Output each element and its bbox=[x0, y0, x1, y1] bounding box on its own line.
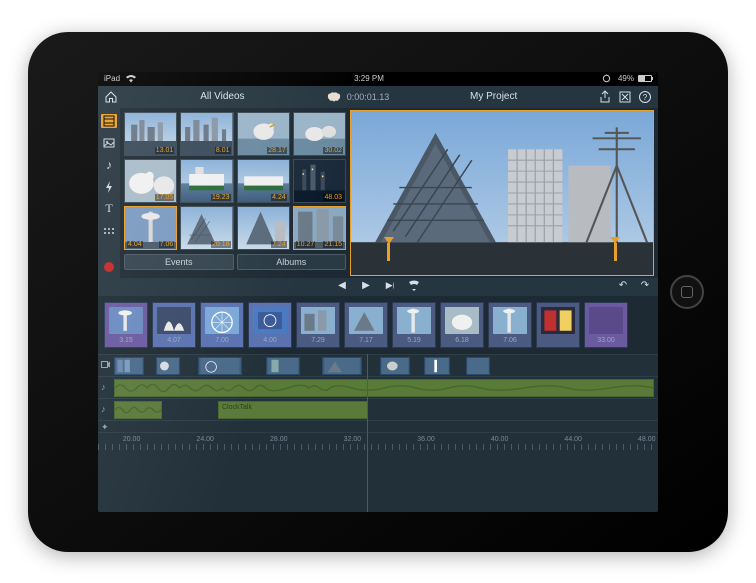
next-frame-button[interactable]: ▶| bbox=[383, 279, 397, 293]
tracks-area[interactable]: ♪ ♪ ClockTalk ✦ 20.00 24.00 28.00 32.00 36.0… bbox=[98, 354, 658, 512]
marker-track[interactable]: ✦ bbox=[98, 420, 658, 432]
library-title: All Videos bbox=[124, 91, 321, 102]
timeline-clip-strip[interactable]: 3.154.077.004.007.297.175.196.187.06 33.0… bbox=[98, 296, 658, 354]
library-clip[interactable]: 8.01 bbox=[180, 112, 233, 156]
ruler-mark: 20.00 bbox=[123, 436, 141, 443]
timeline-clip[interactable]: 7.00 bbox=[200, 302, 244, 348]
audio-clip-label: ClockTalk bbox=[222, 404, 252, 411]
library-tabs: EventsAlbums bbox=[124, 254, 346, 270]
library-clip[interactable]: 28.17 bbox=[237, 112, 290, 156]
preview-viewer[interactable] bbox=[350, 110, 654, 276]
timecode-label: 0:00:01.13 bbox=[347, 92, 390, 102]
audio-track-1[interactable]: ♪ bbox=[98, 376, 658, 398]
library-clip[interactable]: 21.1510.27 bbox=[293, 206, 346, 250]
timeline-clip[interactable]: 7.06 bbox=[488, 302, 532, 348]
video-track[interactable] bbox=[98, 354, 658, 376]
library-tab-events[interactable]: Events bbox=[124, 254, 234, 270]
timeline-clip[interactable]: 7.29 bbox=[296, 302, 340, 348]
insert-button[interactable] bbox=[407, 279, 421, 293]
video-track-icon bbox=[101, 360, 110, 369]
library-clip[interactable]: 20.18 bbox=[180, 206, 233, 250]
time-ruler[interactable]: 20.00 24.00 28.00 32.00 36.00 40.00 44.00 48.00 bbox=[98, 432, 658, 450]
timeline-clip[interactable]: 4.00 bbox=[248, 302, 292, 348]
library-clip[interactable]: 4.24 bbox=[237, 159, 290, 203]
undo-button[interactable]: ↶ bbox=[616, 279, 630, 293]
tool-fx[interactable] bbox=[102, 180, 116, 194]
library-clip[interactable]: 19.23 bbox=[180, 159, 233, 203]
tool-transitions[interactable] bbox=[102, 224, 116, 238]
timeline-clip[interactable]: 7.17 bbox=[344, 302, 388, 348]
preview-controls-bar: ◀ ▶ ▶| ↶ ↷ bbox=[98, 278, 658, 296]
ruler-mark: 44.00 bbox=[564, 436, 582, 443]
clock-label: 3:29 PM bbox=[354, 74, 384, 83]
help-icon[interactable]: ? bbox=[638, 90, 652, 104]
ruler-mark: 36.00 bbox=[417, 436, 435, 443]
timeline-clip[interactable]: 33.00 bbox=[584, 302, 628, 348]
library-tab-albums[interactable]: Albums bbox=[237, 254, 347, 270]
record-button[interactable] bbox=[104, 262, 114, 272]
playhead[interactable] bbox=[367, 354, 368, 512]
battery-pct-label: 49% bbox=[618, 74, 634, 83]
timeline-clip[interactable]: 4.07 bbox=[152, 302, 196, 348]
ios-status-bar: iPad 3:29 PM 49% bbox=[98, 72, 658, 86]
tool-audio[interactable]: ♪ bbox=[102, 158, 116, 172]
library-clip[interactable]: 7.24 bbox=[237, 206, 290, 250]
battery-icon bbox=[638, 75, 652, 82]
share-icon[interactable] bbox=[598, 90, 612, 104]
ruler-mark: 32.00 bbox=[344, 436, 362, 443]
tool-titles[interactable]: T bbox=[102, 202, 116, 216]
audio-track-2[interactable]: ♪ ClockTalk bbox=[98, 398, 658, 420]
audio-track-icon: ♪ bbox=[101, 382, 106, 392]
carrier-label: iPad bbox=[104, 74, 120, 83]
trim-handles[interactable] bbox=[387, 243, 617, 261]
main-area: ♪T 13.018.0128.1730.0217.0519.234.2448.0… bbox=[98, 108, 658, 278]
screen: iPad 3:29 PM 49% All Videos bbox=[98, 72, 658, 512]
tool-sidebar: ♪T bbox=[98, 108, 120, 278]
timeline-clip[interactable]: 6.18 bbox=[440, 302, 484, 348]
timeline-clip[interactable] bbox=[536, 302, 580, 348]
ruler-mark: 40.00 bbox=[491, 436, 509, 443]
project-title: My Project bbox=[395, 91, 592, 102]
wifi-icon bbox=[124, 72, 138, 86]
library-clip[interactable]: 48.03 bbox=[293, 159, 346, 203]
library-clip[interactable]: 7.064.04 bbox=[124, 206, 177, 250]
ipad-home-button[interactable] bbox=[670, 275, 704, 309]
timeline-clip[interactable]: 3.15 bbox=[104, 302, 148, 348]
tool-photos[interactable] bbox=[102, 136, 116, 150]
library-grid: 13.018.0128.1730.0217.0519.234.2448.037.… bbox=[124, 112, 346, 250]
library-clip[interactable]: 17.05 bbox=[124, 159, 177, 203]
tool-clips[interactable] bbox=[101, 114, 117, 128]
settings-icon[interactable] bbox=[618, 90, 632, 104]
library-panel: 13.018.0128.1730.0217.0519.234.2448.037.… bbox=[120, 108, 350, 278]
home-icon[interactable] bbox=[104, 90, 118, 104]
svg-text:?: ? bbox=[643, 93, 648, 102]
play-button[interactable]: ▶ bbox=[359, 279, 373, 293]
ruler-mark: 24.00 bbox=[196, 436, 214, 443]
library-clip[interactable]: 30.02 bbox=[293, 112, 346, 156]
ipad-device-frame: iPad 3:29 PM 49% All Videos bbox=[28, 32, 728, 552]
ruler-mark: 28.00 bbox=[270, 436, 288, 443]
ruler-mark: 48.00 bbox=[638, 436, 656, 443]
library-clip[interactable]: 13.01 bbox=[124, 112, 177, 156]
brain-icon[interactable] bbox=[327, 92, 341, 102]
audio-track-2-icon: ♪ bbox=[101, 404, 106, 414]
timeline-clip[interactable]: 5.19 bbox=[392, 302, 436, 348]
app-top-bar: All Videos 0:00:01.13 My Project ? bbox=[98, 86, 658, 108]
rotation-lock-icon bbox=[600, 72, 614, 86]
redo-button[interactable]: ↷ bbox=[638, 279, 652, 293]
prev-frame-button[interactable]: ◀ bbox=[335, 279, 349, 293]
